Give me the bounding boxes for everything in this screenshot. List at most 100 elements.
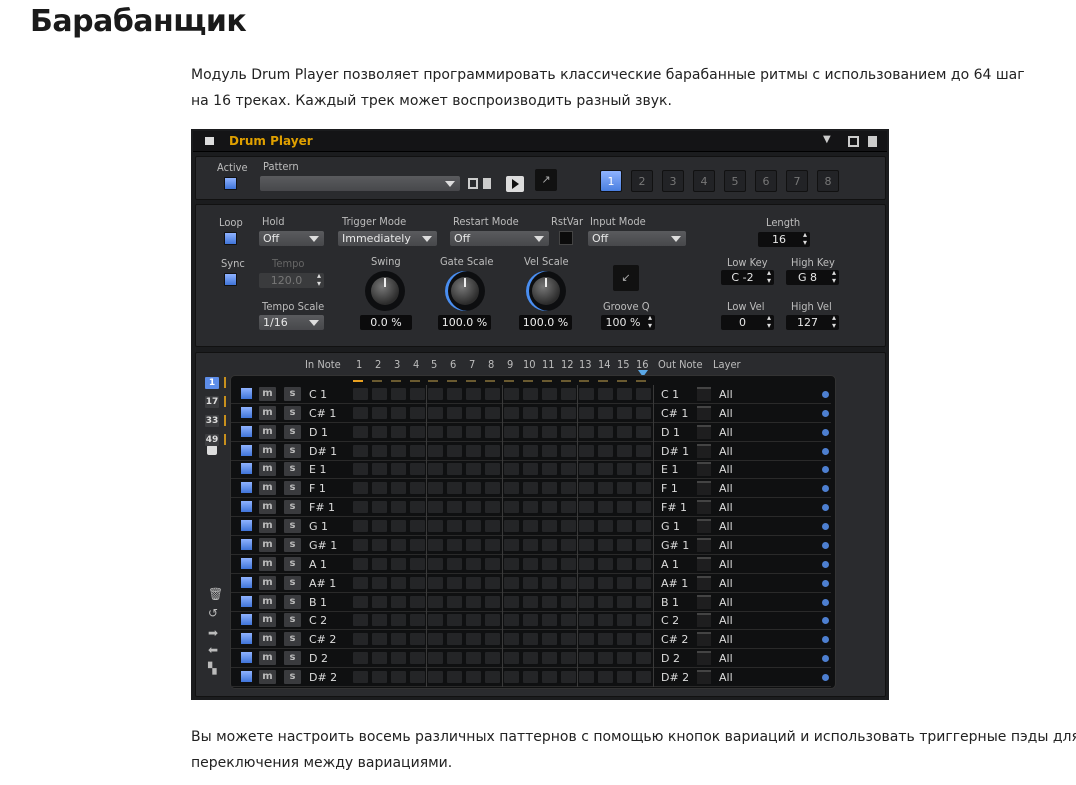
mute-button[interactable]: m	[259, 651, 276, 666]
layer-select-icon[interactable]	[822, 504, 829, 512]
variation-button-7[interactable]: 7	[786, 170, 808, 192]
hold-dropdown[interactable]: Off	[259, 231, 324, 246]
step-cell[interactable]	[353, 652, 368, 665]
mute-button[interactable]: m	[259, 462, 276, 477]
in-note[interactable]: C# 2	[309, 633, 336, 646]
step-cell[interactable]	[617, 501, 633, 514]
track-active-checkbox[interactable]	[240, 556, 253, 570]
out-note[interactable]: C 2	[661, 614, 679, 627]
step-cell[interactable]	[428, 406, 444, 419]
step-cell[interactable]	[598, 576, 614, 589]
solo-button[interactable]: s	[284, 613, 301, 628]
high-vel-spinner[interactable]: 127	[786, 314, 839, 330]
step-cell[interactable]	[353, 520, 368, 533]
step-cell[interactable]	[390, 406, 406, 419]
track-active-checkbox[interactable]	[240, 405, 253, 419]
step-cell[interactable]	[598, 671, 614, 684]
step-cell[interactable]	[560, 501, 576, 514]
out-toggle[interactable]	[697, 424, 711, 439]
variation-button-1[interactable]: 1	[600, 170, 622, 192]
in-note[interactable]: D# 1	[309, 445, 337, 458]
step-cell[interactable]	[522, 388, 538, 400]
track-active-checkbox[interactable]	[240, 613, 253, 627]
step-cell[interactable]	[466, 520, 482, 533]
layer-value[interactable]: All	[719, 501, 733, 514]
step-cell[interactable]	[371, 406, 387, 419]
layer-value[interactable]: All	[719, 520, 733, 533]
layer-select-icon[interactable]	[822, 466, 829, 474]
step-cell[interactable]	[466, 614, 482, 627]
step-cell[interactable]	[353, 482, 368, 495]
step-cell[interactable]	[390, 538, 406, 551]
out-note[interactable]: C# 1	[661, 407, 688, 420]
step-cell[interactable]	[466, 595, 482, 608]
solo-button[interactable]: s	[284, 519, 301, 534]
layer-value[interactable]: All	[719, 671, 733, 684]
step-cell[interactable]	[579, 463, 595, 476]
swing-knob[interactable]	[365, 271, 405, 311]
solo-button[interactable]: s	[284, 481, 301, 496]
step-cell[interactable]	[579, 576, 595, 589]
step-cell[interactable]	[409, 482, 425, 495]
layer-value[interactable]: All	[719, 388, 733, 401]
step-cell[interactable]	[522, 671, 538, 684]
step-cell[interactable]	[447, 614, 463, 627]
step-cell[interactable]	[560, 576, 576, 589]
step-cell[interactable]	[428, 501, 444, 514]
step-cell[interactable]	[485, 444, 501, 457]
in-note[interactable]: C# 1	[309, 407, 336, 420]
step-cell[interactable]	[579, 633, 595, 646]
step-cell[interactable]	[428, 633, 444, 646]
step-cell[interactable]	[598, 406, 614, 419]
step-cell[interactable]	[560, 520, 576, 533]
step-cell[interactable]	[598, 557, 614, 570]
input-mode-dropdown[interactable]: Off	[588, 231, 686, 246]
step-cell[interactable]	[617, 557, 633, 570]
step-cell[interactable]	[371, 595, 387, 608]
step-cell[interactable]	[541, 633, 557, 646]
step-cell[interactable]	[409, 425, 425, 438]
step-cell[interactable]	[390, 633, 406, 646]
step-cell[interactable]	[560, 388, 576, 400]
out-toggle[interactable]	[697, 387, 711, 401]
layer-select-icon[interactable]	[822, 655, 829, 663]
layer-value[interactable]: All	[719, 426, 733, 439]
step-cell[interactable]	[541, 576, 557, 589]
step-cell[interactable]	[371, 652, 387, 665]
step-cell[interactable]	[485, 482, 501, 495]
step-cell[interactable]	[353, 557, 368, 570]
step-cell[interactable]	[598, 633, 614, 646]
step-cell[interactable]	[447, 482, 463, 495]
step-cell[interactable]	[579, 538, 595, 551]
step-cell[interactable]	[636, 614, 652, 627]
shift-right-icon[interactable]: ➡	[208, 626, 218, 640]
step-cell[interactable]	[503, 406, 519, 419]
mute-button[interactable]: m	[259, 575, 276, 590]
step-cell[interactable]	[522, 444, 538, 457]
bank-button-49[interactable]: 49	[205, 434, 219, 446]
step-cell[interactable]	[466, 671, 482, 684]
step-cell[interactable]	[541, 501, 557, 514]
pattern-dropdown[interactable]	[260, 176, 460, 191]
step-cell[interactable]	[598, 538, 614, 551]
layer-value[interactable]: All	[719, 482, 733, 495]
lock-icon[interactable]	[207, 445, 217, 455]
step-cell[interactable]	[522, 652, 538, 665]
step-cell[interactable]	[503, 501, 519, 514]
step-cell[interactable]	[428, 614, 444, 627]
step-cell[interactable]	[390, 557, 406, 570]
step-cell[interactable]	[598, 463, 614, 476]
loop-checkbox[interactable]	[224, 232, 237, 245]
variation-button-6[interactable]: 6	[755, 170, 777, 192]
step-cell[interactable]	[485, 671, 501, 684]
trash-icon[interactable]	[868, 136, 877, 147]
layer-select-icon[interactable]	[822, 579, 829, 587]
step-cell[interactable]	[560, 444, 576, 457]
layer-select-icon[interactable]	[822, 523, 829, 531]
delete-icon[interactable]: 🗑	[208, 587, 223, 601]
step-cell[interactable]	[579, 501, 595, 514]
step-cell[interactable]	[390, 444, 406, 457]
layer-value[interactable]: All	[719, 445, 733, 458]
out-toggle[interactable]	[697, 443, 711, 458]
step-cell[interactable]	[617, 576, 633, 589]
